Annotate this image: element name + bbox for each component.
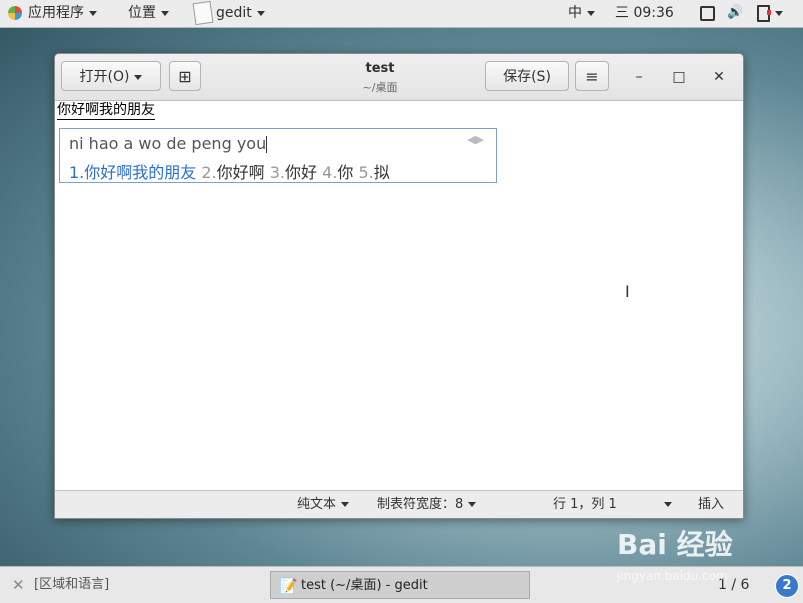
notification-badge[interactable]: 2 [775, 574, 799, 598]
maximize-button[interactable]: □ [669, 67, 689, 87]
text-cursor [266, 136, 268, 153]
language-label: 纯文本 [297, 497, 337, 512]
settings-tools-icon: ✕ [12, 575, 25, 594]
open-button[interactable]: 打开(O) [61, 61, 161, 91]
chevron-down-icon [256, 10, 265, 16]
bottom-panel: ✕ [区域和语言] 📝 test (~/桌面) - gedit 1 / 6 2 ji… [0, 566, 803, 603]
applications-menu[interactable]: 应用程序 [8, 0, 97, 27]
app-menu[interactable]: gedit [192, 0, 265, 27]
task-gedit-label: test (~/桌面) - gedit [301, 578, 428, 593]
position-menu[interactable] [659, 491, 672, 518]
volume-icon[interactable]: 🔊 [727, 0, 743, 27]
ime-pinyin-text: ni hao a wo de peng you [69, 134, 267, 153]
baidu-watermark-logo: Bai 经验 [617, 528, 733, 561]
places-label: 位置 [128, 5, 156, 21]
task-region-language-label: [区域和语言] [34, 577, 110, 592]
header-bar: 打开(O) ⊞ test ~/桌面 保存(S) ≡ – □ ✕ [55, 54, 743, 101]
gedit-icon [192, 0, 214, 26]
ime-candidate-window: ni hao a wo de peng you ◀▶ 1.你好啊我的朋友 2.你… [59, 128, 497, 183]
clock[interactable]: 三 09:36 [615, 0, 674, 27]
status-bar: 纯文本 制表符宽度：8 行 1，列 1 插入 [55, 490, 743, 518]
language-selector[interactable]: 纯文本 [297, 491, 350, 518]
text-editor-area[interactable]: 你好啊我的朋友 ni hao a wo de peng you ◀▶ 1.你好啊… [55, 101, 743, 490]
ime-candidate-1[interactable]: 1.你好啊我的朋友 [69, 163, 196, 182]
ime-candidate-4[interactable]: 4.你 [322, 163, 353, 182]
task-region-language[interactable]: ✕ [区域和语言] [4, 571, 266, 599]
ime-page-arrows-icon[interactable]: ◀▶ [467, 133, 484, 146]
ibeam-cursor-icon: I [625, 282, 630, 301]
ime-candidate-3[interactable]: 3.你好 [270, 163, 317, 182]
battery-icon [757, 4, 771, 22]
ime-candidate-5[interactable]: 5.拟 [359, 163, 390, 182]
insert-mode-indicator[interactable]: 插入 [698, 491, 724, 518]
ime-pinyin-row: ni hao a wo de peng you [69, 134, 268, 153]
chevron-down-icon [161, 10, 169, 16]
minimize-button[interactable]: – [629, 67, 649, 87]
window-overview-icon[interactable] [700, 0, 715, 27]
window-title: test [365, 61, 395, 76]
applications-label: 应用程序 [28, 5, 84, 21]
tab-width-selector[interactable]: 制表符宽度：8 [377, 491, 477, 518]
chevron-down-icon [775, 10, 783, 16]
system-menu[interactable] [757, 0, 783, 27]
chevron-down-icon [587, 10, 595, 16]
close-button[interactable]: ✕ [709, 67, 729, 87]
input-method-label: 中 [568, 5, 582, 21]
input-method-indicator[interactable]: 中 [568, 0, 595, 27]
window-subtitle: ~/桌面 [362, 81, 398, 94]
ime-candidate-2[interactable]: 2.你好啊 [201, 163, 264, 182]
new-document-icon: ⊞ [178, 67, 192, 86]
preedit-text: 你好啊我的朋友 [57, 102, 155, 120]
places-menu[interactable]: 位置 [128, 0, 169, 27]
chevron-down-icon [134, 74, 143, 80]
cursor-position: 行 1，列 1 [553, 497, 617, 512]
applications-icon [8, 6, 22, 20]
chevron-down-icon [341, 502, 350, 507]
save-button[interactable]: 保存(S) [485, 61, 569, 91]
gedit-window: 打开(O) ⊞ test ~/桌面 保存(S) ≡ – □ ✕ 你好啊我的朋友 … [54, 53, 744, 519]
task-gedit[interactable]: 📝 test (~/桌面) - gedit [270, 571, 530, 599]
menu-icon: ≡ [585, 67, 599, 86]
chevron-down-icon [89, 10, 97, 16]
open-button-label: 打开(O) [79, 69, 130, 85]
new-tab-button[interactable]: ⊞ [169, 61, 201, 91]
chevron-down-icon [468, 502, 477, 507]
tab-width-label: 制表符宽度：8 [377, 497, 464, 512]
chevron-down-icon [664, 502, 672, 507]
hamburger-menu-button[interactable]: ≡ [575, 61, 609, 91]
gedit-icon: 📝 [279, 576, 298, 595]
top-panel: 应用程序 位置 gedit 中 三 09:36 🔊 [0, 0, 803, 28]
ime-candidate-list: 1.你好啊我的朋友 2.你好啊 3.你好 4.你 5.拟 [69, 159, 390, 183]
app-menu-label: gedit [216, 5, 252, 21]
watermark-url: jingyan.baidu.com [617, 569, 728, 583]
